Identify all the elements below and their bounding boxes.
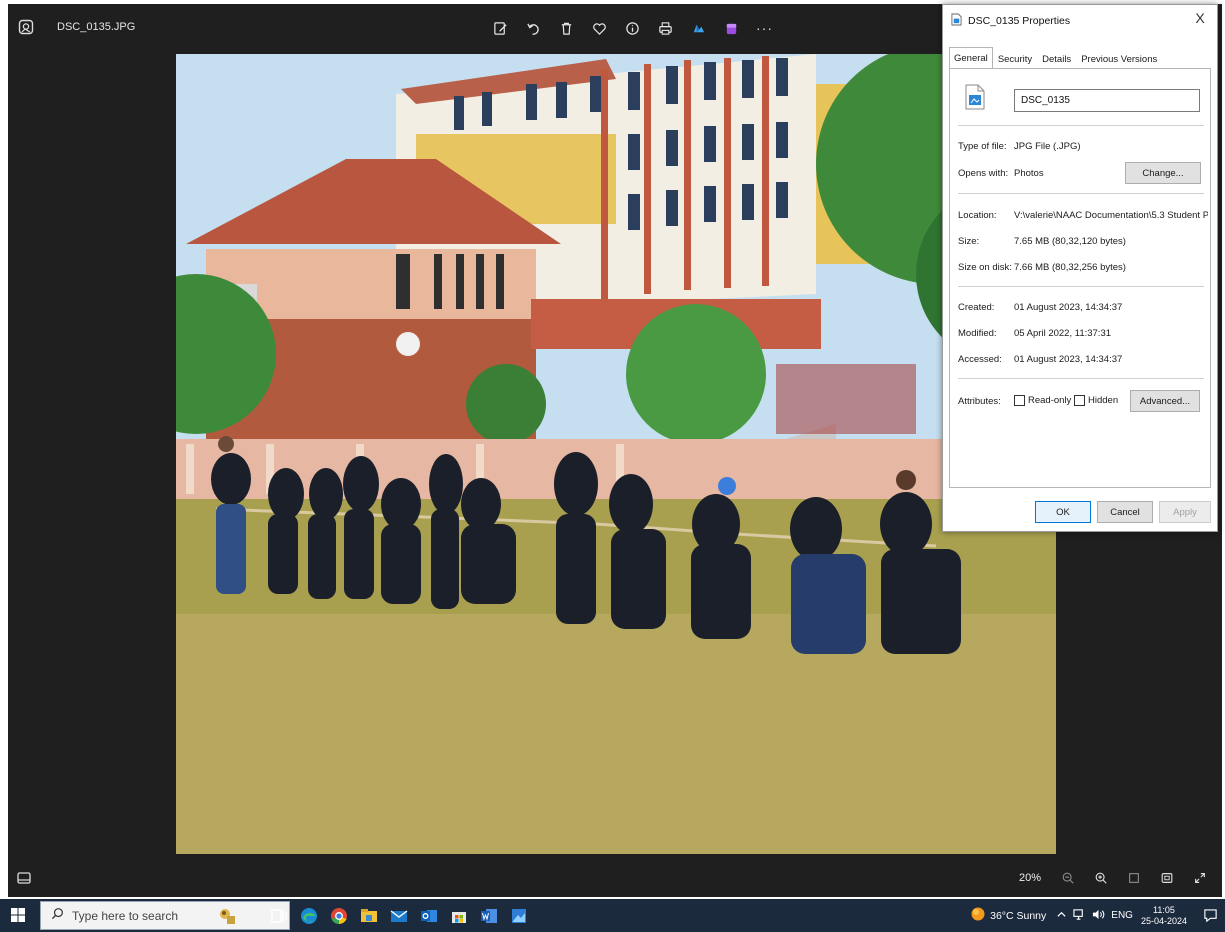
file-type-icon (965, 84, 985, 110)
tab-details[interactable]: Details (1037, 50, 1076, 69)
system-tray: 36°C Sunny ENG 11:05 25-04-2024 (970, 899, 1225, 932)
fit-window-icon[interactable] (1150, 867, 1183, 889)
size-on-disk-label: Size on disk: (958, 262, 1012, 273)
edit-icon[interactable] (484, 17, 517, 39)
zoom-controls: 20% (1019, 867, 1216, 889)
created-value: 01 August 2023, 14:34:37 (1014, 302, 1123, 313)
notification-icon[interactable] (1195, 899, 1225, 932)
clock-date: 25-04-2024 (1140, 915, 1187, 926)
outlook-icon[interactable] (414, 902, 444, 929)
properties-dialog: DSC_0135 Properties X General Security D… (942, 4, 1218, 532)
size-on-disk-value: 7.66 MB (80,32,256 bytes) (1014, 262, 1126, 273)
weather-widget[interactable]: 36°C Sunny (970, 906, 1046, 925)
windows-taskbar: Type here to search 36°C Sunny ENG 11:05… (0, 899, 1225, 932)
clock[interactable]: 11:05 25-04-2024 (1141, 905, 1187, 927)
onedrive-icon[interactable] (682, 17, 715, 39)
hidden-checkbox[interactable]: Hidden (1074, 395, 1118, 406)
modified-value: 05 April 2022, 11:37:31 (1014, 328, 1112, 339)
word-icon[interactable] (474, 902, 504, 929)
more-options-icon[interactable]: ··· (748, 17, 781, 39)
windows-start-icon[interactable] (10, 907, 26, 923)
created-label: Created: (958, 302, 995, 313)
photos-bottom-bar: 20% (8, 859, 1222, 897)
favorite-icon[interactable] (583, 17, 616, 39)
search-icon (51, 907, 64, 925)
mail-icon[interactable] (384, 902, 414, 929)
location-value: V:\valerie\NAAC Documentation\5.3 Studen… (1014, 210, 1208, 221)
location-label: Location: (958, 210, 997, 221)
chevron-up-icon[interactable] (1056, 909, 1067, 923)
properties-tabs: General Security Details Previous Versio… (949, 47, 1162, 69)
zoom-out-icon[interactable] (1051, 867, 1084, 889)
dialog-titlebar: DSC_0135 Properties (951, 13, 1070, 29)
separator (958, 286, 1204, 287)
task-view-icon[interactable] (264, 902, 294, 929)
accessed-label: Accessed: (958, 354, 1002, 365)
advanced-button[interactable]: Advanced... (1130, 390, 1200, 412)
photo-image (176, 54, 1056, 854)
cancel-button[interactable]: Cancel (1097, 501, 1153, 523)
rotate-icon[interactable] (517, 17, 550, 39)
separator (958, 378, 1204, 379)
info-icon[interactable] (616, 17, 649, 39)
tab-security[interactable]: Security (993, 50, 1037, 69)
readonly-checkbox[interactable]: Read-only (1014, 395, 1071, 406)
hidden-checkbox-box[interactable] (1074, 395, 1085, 406)
accessed-value: 01 August 2023, 14:34:37 (1014, 354, 1123, 365)
tab-previous-versions[interactable]: Previous Versions (1076, 50, 1162, 69)
clipchamp-icon[interactable] (715, 17, 748, 39)
actual-size-icon[interactable] (1117, 867, 1150, 889)
filmstrip-icon[interactable] (16, 870, 32, 886)
size-value: 7.65 MB (80,32,120 bytes) (1014, 236, 1126, 247)
volume-icon[interactable] (1092, 908, 1105, 924)
tray-icons: ENG (1056, 908, 1133, 924)
taskbar-apps (212, 902, 534, 929)
jpg-file-icon (951, 13, 962, 29)
photos-taskbar-icon[interactable] (504, 902, 534, 929)
chrome-icon[interactable] (324, 902, 354, 929)
search-highlight-icon[interactable] (212, 902, 242, 929)
file-title: DSC_0135.JPG (57, 21, 136, 33)
ok-button[interactable]: OK (1035, 501, 1091, 523)
zoom-in-icon[interactable] (1084, 867, 1117, 889)
attributes-label: Attributes: (958, 396, 1001, 407)
apply-button[interactable]: Apply (1159, 501, 1211, 523)
store-icon[interactable] (444, 902, 474, 929)
close-icon[interactable]: X (1191, 10, 1209, 26)
opens-with-label: Opens with: (958, 168, 1009, 179)
search-placeholder: Type here to search (72, 908, 179, 923)
clock-time: 11:05 (1153, 904, 1175, 915)
photo-toolbar: ··· (484, 17, 781, 39)
weather-text: 36°C Sunny (990, 909, 1047, 922)
edge-icon[interactable] (294, 902, 324, 929)
delete-icon[interactable] (550, 17, 583, 39)
dialog-title: DSC_0135 Properties (968, 15, 1071, 27)
type-value: JPG File (.JPG) (1014, 141, 1081, 152)
separator (958, 193, 1204, 194)
print-icon[interactable] (649, 17, 682, 39)
file-explorer-icon[interactable] (354, 902, 384, 929)
language-indicator[interactable]: ENG (1111, 910, 1133, 921)
photos-app-icon (18, 19, 34, 35)
separator (958, 125, 1204, 126)
size-label: Size: (958, 236, 980, 247)
tab-general[interactable]: General (949, 47, 993, 69)
change-button[interactable]: Change... (1125, 162, 1201, 184)
weather-sun-icon (970, 906, 986, 925)
readonly-label: Read-only (1028, 395, 1072, 406)
full-screen-icon[interactable] (1183, 867, 1216, 889)
modified-label: Modified: (958, 328, 997, 339)
hidden-label: Hidden (1088, 395, 1119, 406)
opens-with-value: Photos (1014, 168, 1044, 179)
general-panel: Type of file: JPG File (.JPG) Opens with… (949, 68, 1211, 488)
network-icon[interactable] (1073, 908, 1086, 924)
readonly-checkbox-box[interactable] (1014, 395, 1025, 406)
file-name-field[interactable] (1014, 89, 1200, 112)
zoom-level: 20% (1018, 872, 1041, 884)
type-label: Type of file: (958, 141, 1007, 152)
